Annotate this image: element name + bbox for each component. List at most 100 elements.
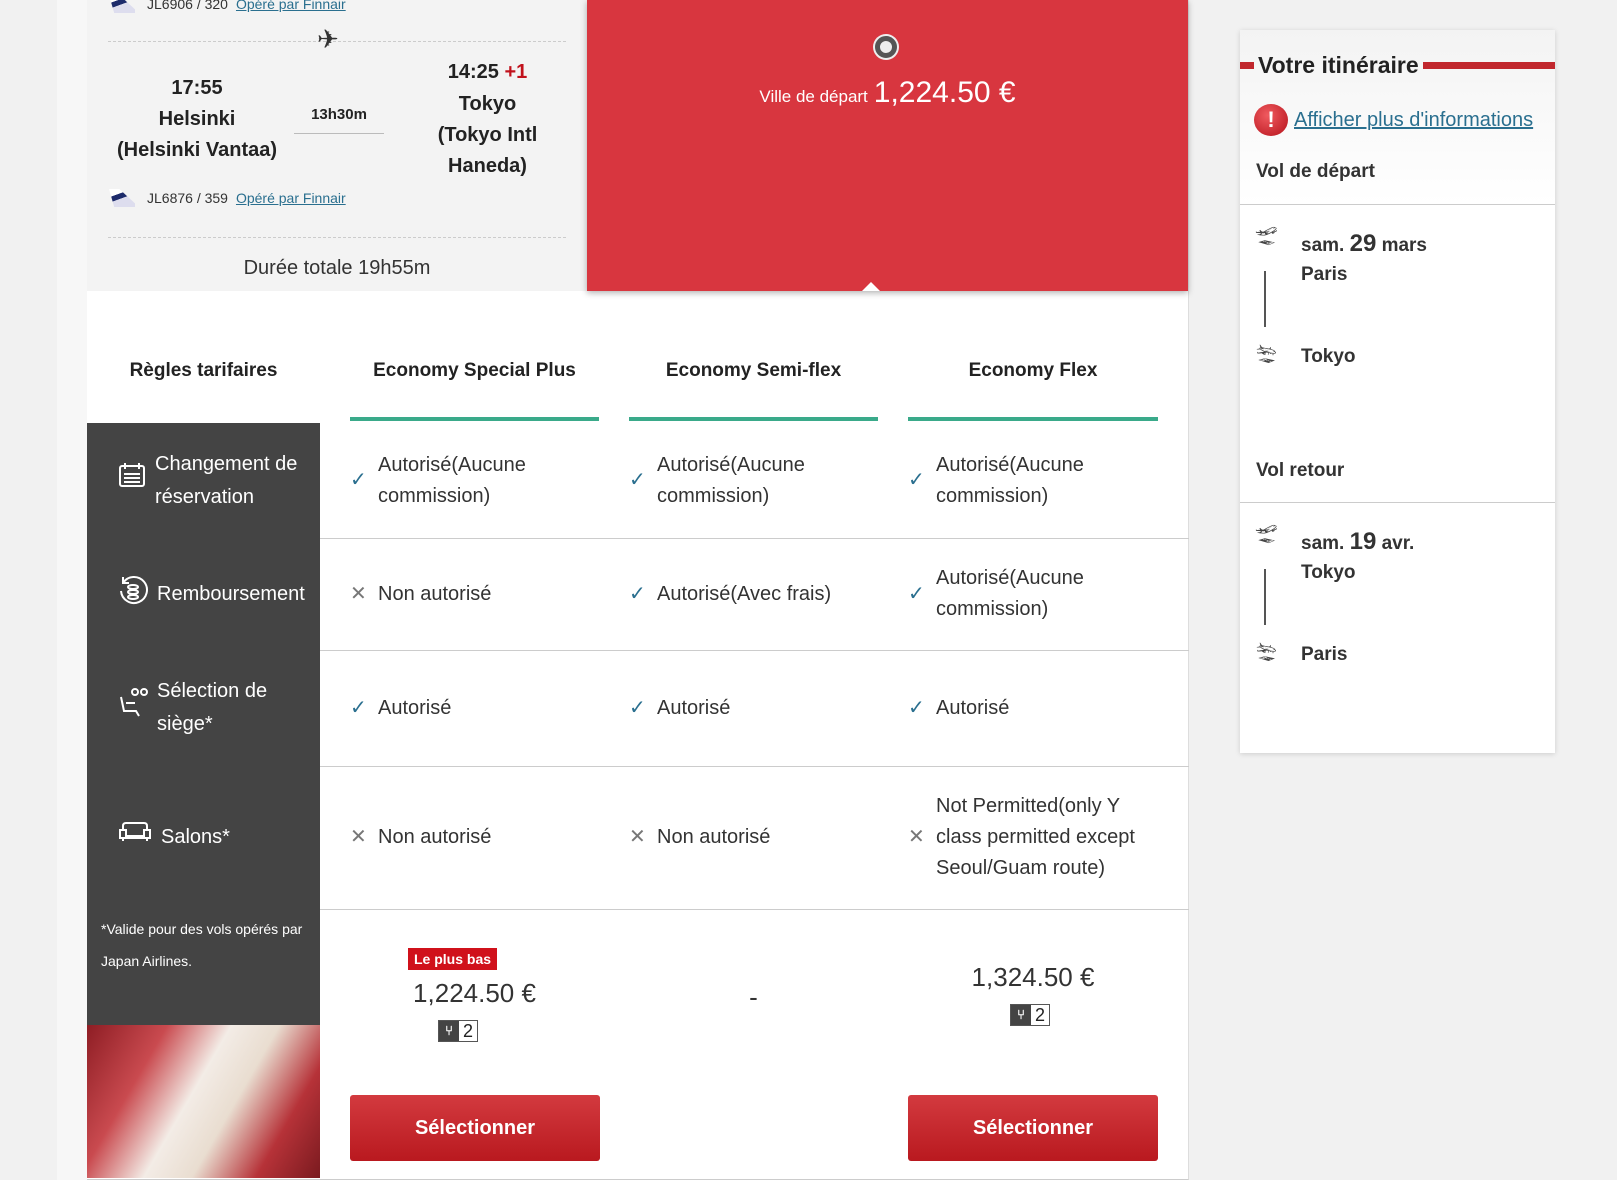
seat-icon: ⑂ — [439, 1021, 459, 1041]
flight-details: JL6906 / 320 Opéré par Finnair ✈ 17:55 He… — [87, 0, 587, 291]
rule-value: Autorisé — [657, 696, 731, 719]
cross-icon: ✕ — [350, 582, 367, 605]
alert-icon: ! — [1254, 104, 1288, 136]
arrival-time-value: 14:25 — [447, 61, 499, 83]
rule-cell: ✕ Non autorisé — [350, 766, 610, 909]
outbound-date: sam. 29 mars — [1301, 230, 1427, 257]
departure-city: Helsinki — [158, 108, 236, 130]
fare-header-special-plus: Economy Special Plus — [373, 360, 576, 381]
day-offset: +1 — [504, 61, 528, 83]
rule-cell: ✓ Autorisé(Aucune commission) — [908, 538, 1168, 650]
rule-cell: ✓ Autorisé — [629, 650, 889, 766]
itinerary-title-text: Votre itinéraire — [1258, 52, 1419, 78]
rule-cell: ✓ Autorisé(Aucune commission) — [629, 423, 889, 538]
fare-underline — [350, 417, 599, 421]
rule-cell: ✕ Non autorisé — [350, 538, 610, 650]
rule-value: Non autorisé — [378, 582, 492, 605]
price-semi-flex: - — [749, 982, 758, 1012]
rule-label: Changement de réservation — [155, 452, 298, 508]
operator-link[interactable]: Opéré par Finnair — [236, 190, 346, 206]
rule-row-header: Sélection de siège* — [87, 650, 320, 766]
operator-link[interactable]: Opéré par Finnair — [236, 0, 346, 12]
outbound-heading: Vol de départ — [1256, 161, 1375, 182]
itinerary-sidebar: Votre itinéraire ! Afficher plus d'infor… — [1240, 30, 1555, 753]
rule-row-header: Salons* — [87, 766, 320, 909]
rule-cell: ✓ Autorisé — [908, 650, 1168, 766]
landing-icon: 🛬︎ — [1255, 344, 1278, 364]
check-icon: ✓ — [629, 696, 646, 719]
seats-left-special-plus: ⑂ 2 — [438, 1020, 478, 1042]
takeoff-icon: 🛫︎ — [1255, 524, 1278, 544]
selected-label: Ville de départ — [759, 87, 868, 106]
rule-cell: ✕ Not Permitted(only Y class permitted ex… — [908, 766, 1168, 909]
fare-header-semi-flex: Economy Semi-flex — [665, 360, 842, 381]
fare-rules-header: Règles tarifaires — [129, 360, 278, 381]
check-icon: ✓ — [908, 582, 925, 605]
total-duration: Durée totale 19h55m — [243, 257, 431, 279]
radio-selected-icon[interactable] — [875, 36, 897, 58]
arrival-airport-line1: (Tokyo Intl — [437, 124, 538, 146]
rule-value: Autorisé(Aucune commission) — [378, 453, 526, 507]
calendar-icon — [117, 460, 147, 501]
check-icon: ✓ — [350, 469, 367, 491]
check-icon: ✓ — [629, 582, 646, 605]
page-gutter — [57, 0, 87, 1180]
rule-cell: ✓ Autorisé(Aucune commission) — [350, 423, 610, 538]
cross-icon: ✕ — [350, 826, 367, 848]
segment-duration: 13h30m — [294, 106, 384, 134]
rule-value: Autorisé(Aucune commission) — [657, 453, 805, 507]
selected-price: 1,224.50 € — [873, 76, 1016, 109]
return-heading: Vol retour — [1256, 460, 1345, 481]
takeoff-icon: 🛫︎ — [1255, 226, 1278, 246]
refund-icon — [117, 573, 149, 616]
outbound-from: Paris — [1301, 264, 1348, 285]
flight-info-top: JL6906 / 320 Opéré par Finnair — [107, 0, 346, 15]
finnair-logo — [107, 0, 139, 15]
flight-info: JL6876 / 359 Opéré par Finnair — [107, 187, 346, 209]
connection-icon: ✈ — [317, 24, 339, 54]
fare-header-flex: Economy Flex — [968, 360, 1098, 381]
check-icon: ✓ — [629, 469, 646, 491]
rule-label: Sélection de siège* — [157, 680, 268, 735]
return-from: Tokyo — [1301, 562, 1356, 583]
finnair-logo — [107, 187, 139, 209]
cross-icon: ✕ — [629, 826, 646, 848]
flight-number: JL6906 / 320 — [147, 0, 228, 12]
selected-fare-summary: Ville de départ 1,224.50 € — [587, 0, 1188, 291]
select-flex-button[interactable]: Sélectionner — [908, 1095, 1158, 1161]
route-line — [1264, 271, 1266, 327]
check-icon: ✓ — [350, 696, 367, 719]
select-special-plus-button[interactable]: Sélectionner — [350, 1095, 600, 1161]
price-special-plus: 1,224.50 € — [413, 978, 536, 1008]
itinerary-title: Votre itinéraire — [1240, 52, 1555, 79]
rule-label: Salons* — [161, 826, 230, 848]
rule-cell: ✓ Autorisé(Aucune commission) — [908, 423, 1168, 538]
rule-value: Autorisé(Avec frais) — [657, 582, 832, 605]
rule-row-header: Remboursement — [87, 538, 320, 650]
check-icon: ✓ — [908, 696, 925, 719]
cabin-photo — [87, 1025, 320, 1178]
rule-cell: ✓ Autorisé — [350, 650, 610, 766]
rule-label: Remboursement — [157, 582, 305, 605]
seat-icon: ⑂ — [1011, 1005, 1031, 1025]
price-flex: 1,324.50 € — [971, 962, 1095, 992]
outbound-to: Tokyo — [1301, 346, 1356, 367]
arrival-airport-line2: Haneda) — [448, 155, 527, 177]
landing-icon: 🛬︎ — [1255, 642, 1278, 662]
rule-value: Not Permitted(only Y class permitted exc… — [936, 795, 1135, 879]
rule-value: Autorisé — [936, 696, 1010, 719]
rule-row-header: Changement de réservation — [87, 423, 320, 538]
seat-count: 2 — [1031, 1005, 1049, 1025]
rule-value: Autorisé — [378, 696, 452, 719]
rule-value: Autorisé(Aucune commission) — [936, 453, 1084, 507]
cross-icon: ✕ — [908, 826, 925, 848]
footnote: *Valide pour des vols opérés par Japan A… — [87, 909, 320, 1025]
rule-value: Non autorisé — [657, 826, 771, 848]
fare-underline — [908, 417, 1158, 421]
arrival-city: Tokyo — [458, 93, 517, 115]
route-line — [1264, 569, 1266, 625]
check-icon: ✓ — [908, 469, 925, 491]
more-info-link[interactable]: Afficher plus d'informations — [1294, 109, 1533, 132]
lounge-sofa-icon — [117, 820, 153, 855]
seat-selection-icon — [117, 687, 149, 730]
